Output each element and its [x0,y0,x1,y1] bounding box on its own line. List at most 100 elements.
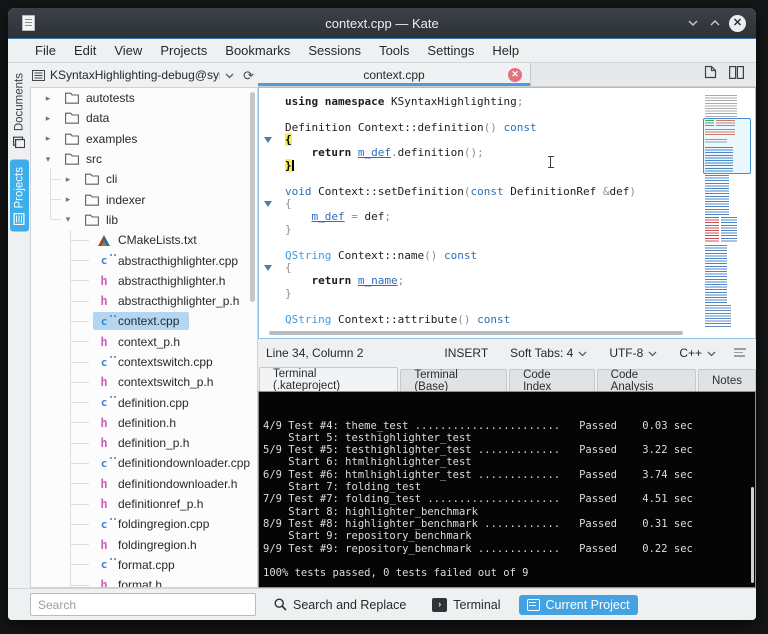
tree-item-lib[interactable]: ▾lib [31,210,257,230]
toolview-tab-label: Documents [14,73,26,131]
code-line[interactable]: return m_name; [285,275,699,288]
tree-item-contextswitch_p.h[interactable]: hcontextswitch_p.h [31,372,257,392]
tree-scrollbar[interactable] [250,92,255,302]
panel-tab-notes[interactable]: Notes [698,369,756,391]
text-cursor [292,160,294,171]
code-line[interactable]: return m_def.definition(); [285,147,699,160]
expand-arrow-icon[interactable]: ▸ [43,93,53,104]
toolview-search-replace-button[interactable]: Search and Replace [266,595,414,615]
fold-arrow-icon[interactable] [264,137,272,143]
tree-item-foldingregion.h[interactable]: hfoldingregion.h [31,535,257,555]
code-line[interactable]: QString Context::attribute() const [285,314,699,327]
tree-item-definition.cpp[interactable]: cdefinition.cpp [31,392,257,412]
toolview-terminal-button[interactable]: › Terminal [424,595,508,615]
tree-item-abstracthighlighter.h[interactable]: habstracthighlighter.h [31,271,257,291]
terminal-scrollbar[interactable] [751,487,754,583]
tree-item-autotests[interactable]: ▸autotests [31,88,257,108]
tree-item-format.cpp[interactable]: cformat.cpp [31,555,257,575]
tree-item-context.cpp[interactable]: ccontext.cpp [31,311,257,331]
code-line[interactable]: QString Context::name() const [285,250,699,263]
soft-tabs-label: Soft Tabs: 4 [510,346,573,360]
expand-arrow-icon[interactable]: ▸ [43,113,53,124]
maximize-button[interactable] [707,15,723,31]
tree-item-definitiondownloader.cpp[interactable]: cdefinitiondownloader.cpp [31,453,257,473]
panel-tab-code-analysis[interactable]: Code Analysis [597,369,696,391]
panel-tab-terminal-kateproject-[interactable]: Terminal (.kateproject) [259,367,398,391]
menu-tools[interactable]: Tools [370,43,418,58]
code-line[interactable]: } [285,160,699,173]
reload-icon[interactable]: ⟳ [243,69,254,82]
folder-icon [65,132,79,145]
tree-item-abstracthighlighter_p.h[interactable]: habstracthighlighter_p.h [31,291,257,311]
menu-sessions[interactable]: Sessions [299,43,370,58]
menu-settings[interactable]: Settings [418,43,483,58]
terminal-output[interactable]: 4/9 Test #4: theme_test ................… [258,391,756,588]
minimap-scrollbar[interactable] [703,90,751,330]
file-icon-cpp: c [97,254,111,267]
titlebar[interactable]: context.cpp — Kate ✕ [8,8,756,38]
syntax-mode-selector[interactable]: C++ [679,346,716,360]
tree-item-context_p.h[interactable]: hcontext_p.h [31,332,257,352]
chevron-down-icon [707,346,716,360]
code-line[interactable]: void Context::setDefinition(const Defini… [285,186,699,199]
encoding-selector[interactable]: UTF-8 [609,346,657,360]
input-mode[interactable]: INSERT [444,346,488,360]
menu-view[interactable]: View [105,43,151,58]
new-document-icon[interactable] [704,65,717,84]
tab-close-icon[interactable]: ✕ [508,68,522,82]
expand-arrow-icon[interactable]: ▸ [63,174,73,185]
file-icon-h: h [97,376,111,389]
tab-width-selector[interactable]: Soft Tabs: 4 [510,346,587,360]
menu-file[interactable]: File [26,43,65,58]
tab-context-cpp[interactable]: context.cpp ✕ [258,63,531,86]
fold-arrow-icon[interactable] [264,265,272,271]
code-editor[interactable]: using namespace KSyntaxHighlighting; Defi… [258,87,756,339]
collapse-arrow-icon[interactable]: ▾ [63,214,73,225]
tree-item-label: cli [106,172,117,186]
code-line[interactable]: using namespace KSyntaxHighlighting; [285,96,699,109]
toolview-tab-documents[interactable]: Documents [10,66,29,155]
panel-tab-code-index[interactable]: Code Index [509,369,595,391]
menu-edit[interactable]: Edit [65,43,105,58]
split-view-icon[interactable] [729,66,744,84]
tree-item-indexer[interactable]: ▸indexer [31,189,257,209]
code-area[interactable]: using namespace KSyntaxHighlighting; Defi… [259,88,699,338]
menu-bookmarks[interactable]: Bookmarks [216,43,299,58]
word-wrap-icon[interactable] [734,348,746,357]
code-line[interactable]: Definition Context::definition() const [285,122,699,135]
tree-item-cli[interactable]: ▸ cli [31,169,257,189]
close-button[interactable]: ✕ [729,15,746,32]
menu-help[interactable]: Help [483,43,528,58]
tree-item-src[interactable]: ▾src [31,149,257,169]
minimize-button[interactable] [685,15,701,31]
tree-item-CMakeLists.txt[interactable]: CMakeLists.txt [31,230,257,250]
project-icon [32,70,45,81]
expand-arrow-icon[interactable]: ▸ [63,194,73,205]
tree-item-definition.h[interactable]: hdefinition.h [31,413,257,433]
project-selector[interactable]: KSyntaxHighlighting-debug@synt… ⟳ [30,63,258,87]
panel-tab-terminal-base-[interactable]: Terminal (Base) [400,369,507,391]
code-line[interactable]: } [285,224,699,237]
tree-item-foldingregion.cpp[interactable]: cfoldingregion.cpp [31,514,257,534]
tree-item-definitionref_p.h[interactable]: hdefinitionref_p.h [31,494,257,514]
tree-item-definition_p.h[interactable]: hdefinition_p.h [31,433,257,453]
tree-item-contextswitch.cpp[interactable]: ccontextswitch.cpp [31,352,257,372]
collapse-arrow-icon[interactable]: ▾ [43,154,53,165]
cursor-position[interactable]: Line 34, Column 2 [266,346,363,360]
tree-item-format.h[interactable]: hformat.h [31,575,257,588]
minimap-viewport[interactable] [703,118,751,174]
tree-item-abstracthighlighter.cpp[interactable]: cabstracthighlighter.cpp [31,250,257,270]
expand-arrow-icon[interactable]: ▸ [43,133,53,144]
tree-item-definitiondownloader.h[interactable]: hdefinitiondownloader.h [31,474,257,494]
tree-item-data[interactable]: ▸data [31,108,257,128]
file-filter-input[interactable] [30,593,256,616]
menu-projects[interactable]: Projects [151,43,216,58]
fold-arrow-icon[interactable] [264,201,272,207]
toolview-tab-projects[interactable]: Projects [10,160,29,232]
tree-item-label: format.cpp [118,558,175,572]
toolview-current-project-button[interactable]: Current Project [519,595,638,615]
code-line[interactable]: } [285,288,699,301]
code-line[interactable]: m_def = def; [285,211,699,224]
tree-item-examples[interactable]: ▸examples [31,129,257,149]
horizontal-scrollbar[interactable] [269,331,683,335]
